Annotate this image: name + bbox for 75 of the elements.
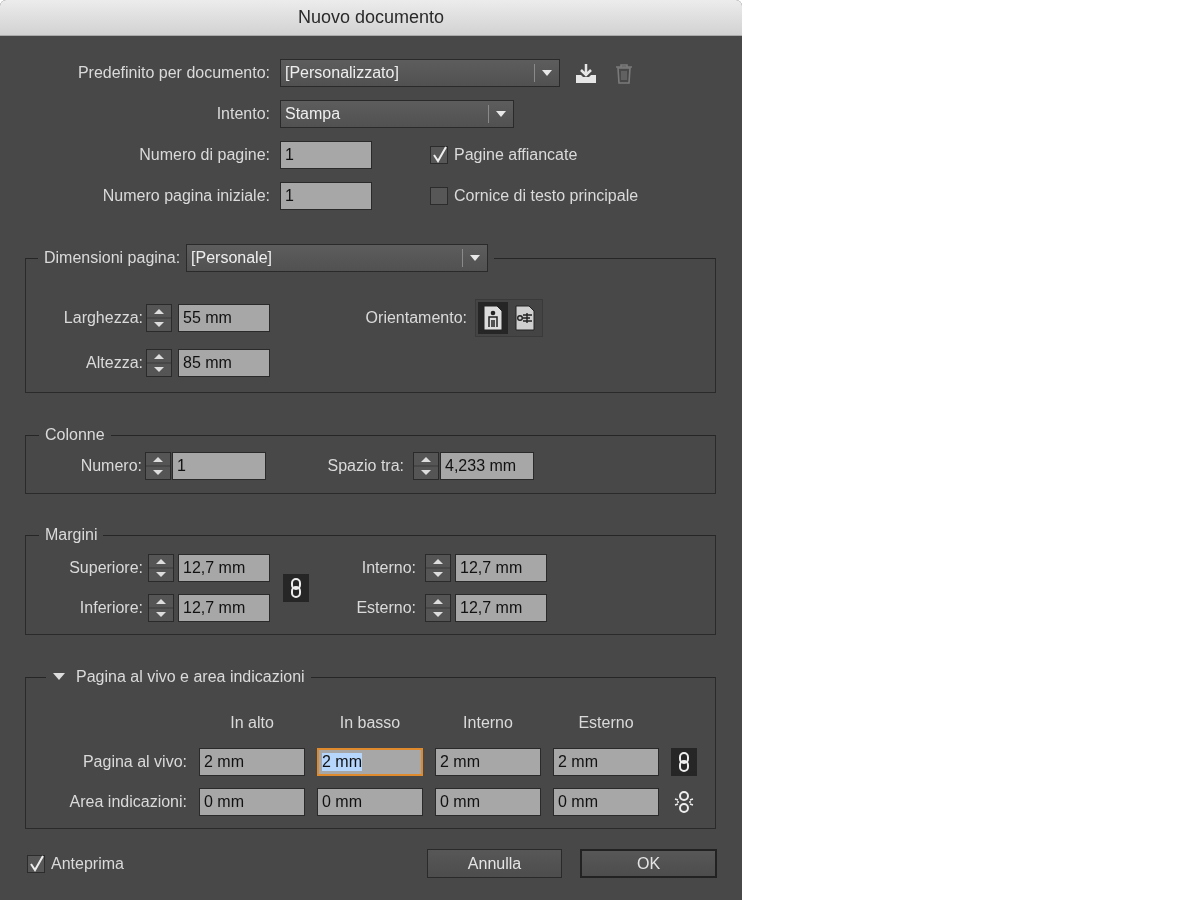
text-field[interactable]: 2 mm bbox=[553, 748, 659, 776]
text-field[interactable]: 12,7 mm bbox=[455, 594, 547, 622]
text-field[interactable]: 2 mm bbox=[199, 748, 305, 776]
column-header: Interno bbox=[462, 714, 514, 732]
dialog-button[interactable]: OK bbox=[580, 849, 717, 878]
chain-icon bbox=[676, 751, 692, 773]
text-field[interactable]: 1 bbox=[280, 182, 372, 210]
checkbox[interactable] bbox=[430, 146, 448, 164]
landscape-page-icon bbox=[515, 305, 535, 331]
caret-icon bbox=[542, 70, 552, 76]
stepper-arrows[interactable] bbox=[146, 349, 172, 377]
checkbox[interactable] bbox=[27, 854, 45, 873]
text-field[interactable]: 0 mm bbox=[317, 788, 423, 816]
text-field[interactable]: 55 mm bbox=[178, 304, 270, 332]
stepper-arrows[interactable] bbox=[148, 554, 174, 582]
group-title: Colonne bbox=[45, 426, 105, 444]
portrait-page-icon bbox=[483, 305, 503, 331]
field-label: Esterno: bbox=[355, 599, 416, 617]
text-field[interactable]: 1 bbox=[172, 452, 266, 480]
chain-icon bbox=[288, 577, 304, 599]
stepper-arrows[interactable] bbox=[146, 304, 172, 332]
field-label: Inferiore: bbox=[78, 599, 143, 617]
field-label: Numero: bbox=[79, 457, 142, 475]
text-field[interactable]: 2 mm bbox=[435, 748, 541, 776]
field-label: Orientamento: bbox=[364, 309, 467, 327]
checkbox-label: Cornice di testo principale bbox=[454, 187, 639, 205]
field-label: Interno: bbox=[360, 559, 416, 577]
text-field[interactable]: 12,7 mm bbox=[178, 594, 270, 622]
text-field[interactable]: 85 mm bbox=[178, 349, 270, 377]
caret-icon bbox=[470, 255, 481, 261]
text-field[interactable]: 12,7 mm bbox=[178, 554, 270, 582]
field-label: Pagina al vivo: bbox=[81, 753, 187, 771]
checkbox[interactable] bbox=[430, 187, 448, 205]
group-title: Margini bbox=[45, 526, 98, 544]
dialog-button[interactable]: Annulla bbox=[427, 849, 562, 878]
column-header: In basso bbox=[338, 714, 402, 732]
caret-icon bbox=[496, 111, 506, 117]
stepper-arrows[interactable] bbox=[413, 452, 439, 480]
field-label: Area indicazioni: bbox=[68, 793, 187, 811]
field-label: Numero pagina iniziale: bbox=[101, 187, 270, 205]
dropdown[interactable]: [Personalizzato] bbox=[280, 59, 560, 87]
broken-chain-icon bbox=[674, 791, 694, 813]
field-label: Dimensioni pagina: bbox=[44, 249, 181, 267]
link-button[interactable] bbox=[671, 748, 697, 776]
dropdown[interactable]: Stampa bbox=[280, 100, 514, 128]
text-field[interactable]: 12,7 mm bbox=[455, 554, 547, 582]
group-title: Pagina al vivo e area indicazioni bbox=[76, 668, 305, 686]
field-label: Larghezza: bbox=[62, 309, 143, 327]
checkmark-icon bbox=[28, 854, 44, 872]
field-label: Spazio tra: bbox=[326, 457, 404, 475]
dropdown[interactable]: [Personale] bbox=[186, 244, 489, 272]
text-field[interactable]: 4,233 mm bbox=[440, 452, 534, 480]
text-field[interactable]: 0 mm bbox=[553, 788, 659, 816]
download-tray-icon[interactable] bbox=[575, 62, 597, 84]
column-header: In alto bbox=[229, 714, 275, 732]
text-field[interactable]: 1 bbox=[280, 141, 372, 169]
text-field[interactable]: 0 mm bbox=[435, 788, 541, 816]
text-field[interactable]: 2 mm bbox=[317, 748, 423, 776]
field-label: Numero di pagine: bbox=[138, 146, 270, 164]
stepper-arrows[interactable] bbox=[425, 554, 451, 582]
portrait-orientation-button[interactable] bbox=[478, 302, 508, 334]
link-button[interactable] bbox=[283, 574, 309, 602]
stepper-arrows[interactable] bbox=[145, 452, 171, 480]
text-field[interactable]: 0 mm bbox=[199, 788, 305, 816]
checkbox-label: Pagine affiancate bbox=[454, 146, 578, 164]
field-label: Intento: bbox=[215, 105, 270, 123]
field-label: Superiore: bbox=[68, 559, 143, 577]
field-label: Predefinito per documento: bbox=[76, 64, 270, 82]
checkmark-icon bbox=[431, 146, 447, 163]
stepper-arrows[interactable] bbox=[425, 594, 451, 622]
column-header: Esterno bbox=[577, 714, 635, 732]
stepper-arrows[interactable] bbox=[148, 594, 174, 622]
checkbox-label: Anteprima bbox=[51, 854, 124, 873]
window-title: Nuovo documento bbox=[0, 0, 742, 36]
field-label: Altezza: bbox=[85, 354, 143, 372]
